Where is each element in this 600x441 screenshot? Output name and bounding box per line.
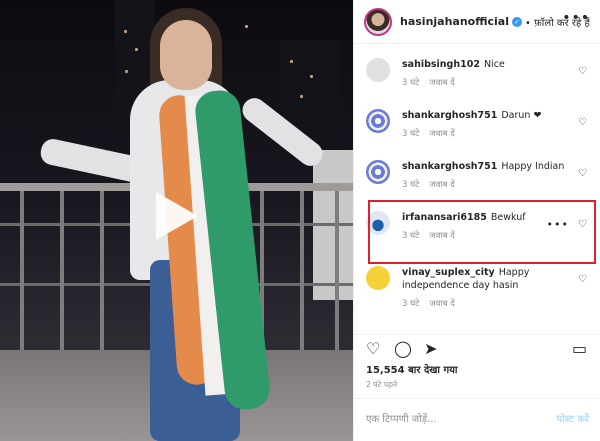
comment-time: 3 घंटे [402,129,420,139]
avatar[interactable] [366,160,390,184]
city-light [300,95,303,98]
comment-text: Darun ❤ [501,110,542,121]
comment-username[interactable]: vinay_suplex_city [402,267,495,278]
highlight-box [368,200,596,264]
heart-icon[interactable]: ♡ [366,339,380,358]
comment-item: shankarghosh751 Happy Indian 3 घंटे जवाब द… [354,150,600,201]
post-header: hasinjahanofficial ✓ • फ़ॉलो कर रहे हैं … [354,0,600,44]
heart-icon[interactable]: ♡ [578,274,587,285]
play-icon[interactable] [156,192,198,240]
avatar[interactable] [366,266,390,290]
comment-time: 3 घंटे [402,78,420,88]
comment-icon[interactable]: ◯ [394,339,412,358]
avatar[interactable] [364,7,392,36]
comment-composer: एक टिप्पणी जोड़ें... पोस्ट करें [354,398,600,441]
post-date: 2 घंटे पहले [366,380,398,389]
video-player[interactable] [0,0,353,441]
post-actions: ♡ ◯ ➤ ▭ [354,334,600,358]
post-username[interactable]: hasinjahanofficial [400,15,509,28]
person-face [160,20,212,90]
comment-input[interactable]: एक टिप्पणी जोड़ें... [366,411,437,425]
verified-badge-icon: ✓ [512,16,522,27]
reply-button[interactable]: जवाब दें [429,180,454,190]
heart-icon[interactable]: ♡ [578,168,587,179]
city-light [245,25,248,28]
city-light [310,75,313,78]
city-light [290,60,293,63]
comment-time: 3 घंटे [402,299,420,309]
comment-item: shankarghosh751 Darun ❤ 3 घंटे जवाब दें ♡ [354,99,600,150]
post-sidebar: hasinjahanofficial ✓ • फ़ॉलो कर रहे हैं … [353,0,600,441]
reply-button[interactable]: जवाब दें [429,78,454,88]
comment-username[interactable]: shankarghosh751 [402,110,497,121]
heart-icon[interactable]: ♡ [578,66,587,77]
avatar[interactable] [366,109,390,133]
comment-username[interactable]: sahibsingh102 [402,59,480,70]
post-button[interactable]: पोस्ट करें [557,411,589,425]
comment-time: 3 घंटे [402,180,420,190]
instagram-post-view: hasinjahanofficial ✓ • फ़ॉलो कर रहे हैं … [0,0,600,441]
bookmark-icon[interactable]: ▭ [572,339,587,358]
more-horizontal-icon[interactable]: ••• [562,10,590,26]
comments-list: sahibsingh102 Nice 3 घंटे जवाब दें ♡ shank… [354,48,600,332]
reply-button[interactable]: जवाब दें [429,299,454,309]
city-light [125,70,128,73]
city-light [135,48,138,51]
comment-item: sahibsingh102 Nice 3 घंटे जवाब दें ♡ [354,48,600,99]
comment-text: Happy Indian [501,161,565,172]
view-count[interactable]: 15,554 बार देखा गया [366,362,458,376]
avatar[interactable] [366,58,390,82]
city-light [124,30,127,33]
heart-icon[interactable]: ♡ [578,117,587,128]
comment-text: Nice [483,59,505,70]
comment-item: vinay_suplex_city Happy independence day … [354,256,600,316]
comment-username[interactable]: shankarghosh751 [402,161,497,172]
share-icon[interactable]: ➤ [424,339,437,358]
reply-button[interactable]: जवाब दें [429,129,454,139]
